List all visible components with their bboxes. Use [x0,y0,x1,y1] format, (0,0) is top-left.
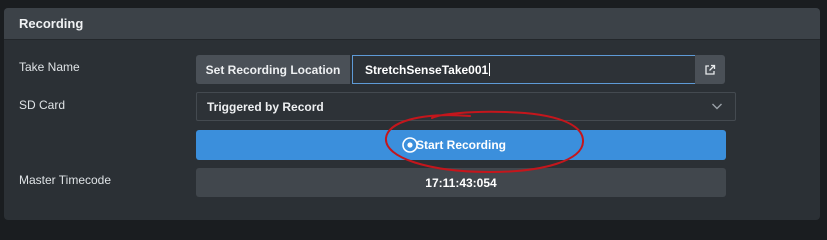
sd-card-selected-value: Triggered by Record [207,99,324,114]
take-name-label: Take Name [19,60,80,74]
recording-panel: Recording Take Name SD Card Master Timec… [4,8,820,220]
master-timecode-display: 17:11:43:054 [196,168,726,197]
open-location-button[interactable] [695,55,725,84]
sd-card-select[interactable]: Triggered by Record [196,92,736,121]
start-recording-button[interactable]: Start Recording [196,130,726,160]
panel-title: Recording [4,8,820,40]
start-recording-label: Start Recording [415,138,506,152]
text-caret [489,63,491,76]
external-link-icon [705,64,716,75]
take-name-value: StretchSenseTake001 [365,62,489,77]
take-name-input[interactable]: StretchSenseTake001 [352,55,703,84]
sd-card-label: SD Card [19,98,66,112]
record-icon [402,137,418,153]
set-recording-location-button[interactable]: Set Recording Location [196,55,350,84]
chevron-down-icon [712,103,722,110]
master-timecode-label: Master Timecode [19,173,112,187]
